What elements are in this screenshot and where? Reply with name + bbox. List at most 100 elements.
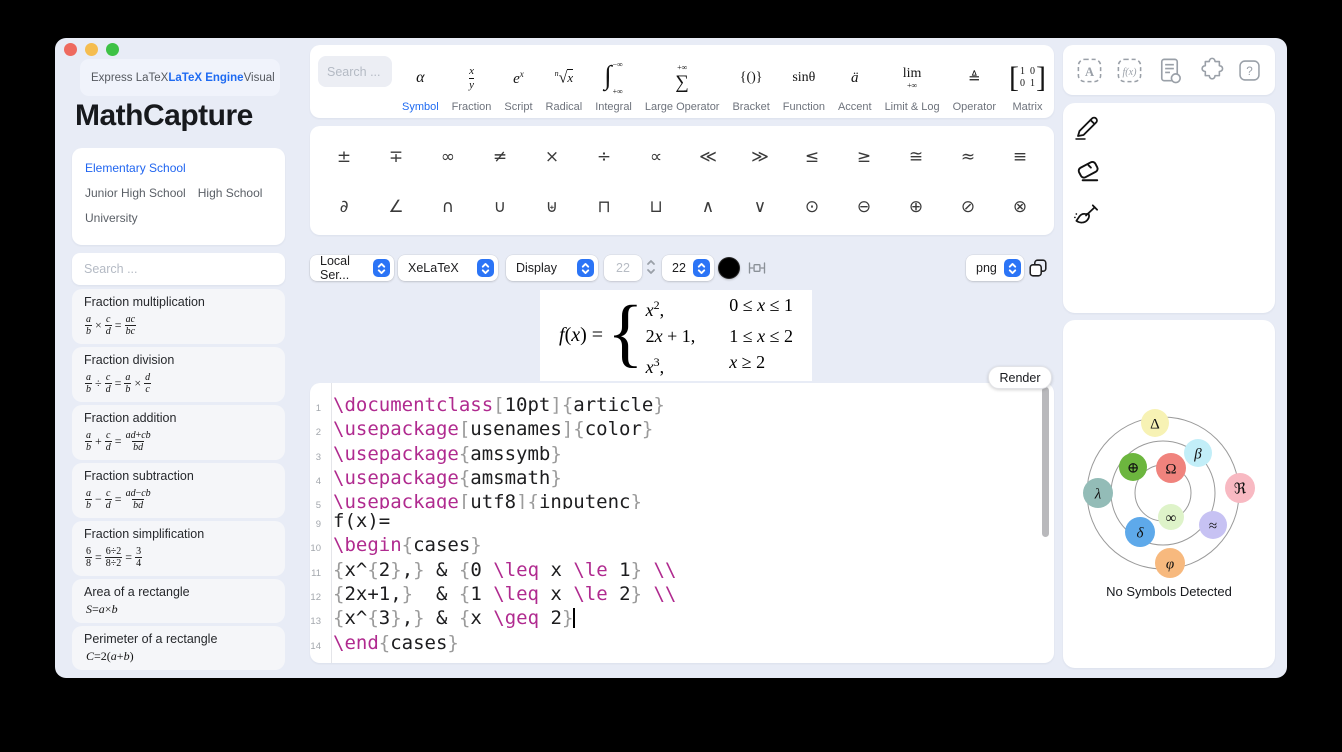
minimize-window-button[interactable] <box>85 43 98 56</box>
fullscreen-window-button[interactable] <box>106 43 119 56</box>
category-script[interactable]: exScript <box>504 49 532 115</box>
render-button[interactable]: Render <box>988 366 1052 389</box>
symbol-button[interactable]: ∧ <box>696 197 720 217</box>
eraser-tool-icon[interactable] <box>1072 156 1275 192</box>
cases-brace: { <box>607 294 643 372</box>
category-label: Integral <box>595 100 632 115</box>
symbol-button[interactable]: ≈ <box>956 147 980 167</box>
display-mode-select[interactable]: Display <box>506 255 598 281</box>
level-elementary-school[interactable]: Elementary School <box>85 161 272 175</box>
formula-recognition-icon[interactable]: f(x) <box>1115 56 1144 85</box>
symbol-button[interactable]: ∞ <box>436 147 460 167</box>
symbol-button[interactable]: × <box>540 147 564 167</box>
tab-visual[interactable]: Visual <box>244 72 275 84</box>
symbol-button[interactable]: ∪ <box>488 197 512 217</box>
pencil-tool-icon[interactable] <box>1072 112 1275 147</box>
symbol-button[interactable]: ± <box>332 147 356 167</box>
category-matrix[interactable]: [1001]Matrix <box>1009 49 1046 115</box>
help-icon[interactable]: ? <box>1236 57 1263 84</box>
handwriting-canvas[interactable] <box>1063 103 1275 313</box>
fit-bounds-icon[interactable] <box>747 258 767 278</box>
symbol-button[interactable]: ⊗ <box>1008 197 1032 217</box>
extensions-puzzle-icon[interactable] <box>1195 55 1225 85</box>
category-limit-log[interactable]: lim+∞Limit & Log <box>885 49 940 115</box>
category-icon: ex <box>513 56 524 100</box>
copy-image-button[interactable] <box>1027 257 1049 279</box>
formula-item[interactable]: Fraction simplification68=6÷28÷2=34 <box>72 521 285 576</box>
math-text: = <box>115 318 122 333</box>
category-label: Limit & Log <box>885 100 940 115</box>
server-select[interactable]: Local Ser... <box>310 255 394 281</box>
category-accent[interactable]: äAccent <box>838 49 872 115</box>
category-symbol[interactable]: αSymbol <box>402 49 439 115</box>
math-fraction: ab <box>85 372 92 395</box>
formula-item[interactable]: Fraction subtractionab−cd=ad−cbbd <box>72 463 285 518</box>
case-condition: x ≥ 2 <box>729 349 793 380</box>
font-size-select[interactable]: 22 <box>662 255 714 281</box>
history-notes-icon[interactable] <box>1155 56 1184 85</box>
close-window-button[interactable] <box>64 43 77 56</box>
font-size-stepper[interactable] <box>645 257 657 277</box>
text-recognition-icon[interactable]: A <box>1075 56 1104 85</box>
category-operator[interactable]: ≜Operator <box>953 49 996 115</box>
sidebar-search-input[interactable] <box>72 253 285 285</box>
symbol-button[interactable]: ∩ <box>436 197 460 217</box>
symbol-button[interactable]: ⊔ <box>644 197 668 217</box>
symbol-button[interactable]: ≫ <box>748 147 772 167</box>
detected-symbol-badge: ≈ <box>1199 511 1227 539</box>
engine-select[interactable]: XeLaTeX <box>398 255 498 281</box>
clear-broom-icon[interactable] <box>1072 201 1275 235</box>
symbol-button[interactable]: ⊙ <box>800 197 824 217</box>
category-fraction[interactable]: xyFraction <box>452 49 492 115</box>
level-junior-high-school[interactable]: Junior High School <box>85 186 186 200</box>
symbol-button[interactable]: ≥ <box>852 147 876 167</box>
tab-latex-engine[interactable]: LaTeX Engine <box>168 72 243 84</box>
symbol-button[interactable]: ∓ <box>384 147 408 167</box>
category-function[interactable]: sinθFunction <box>783 49 825 115</box>
formula-item[interactable]: Perimeter of a rectangleC=2(a+b) <box>72 626 285 670</box>
window-controls <box>64 43 119 56</box>
palette-search-input[interactable] <box>318 56 392 87</box>
symbol-button[interactable]: ∠ <box>384 197 408 217</box>
svg-text:A: A <box>1085 64 1094 78</box>
category-integral[interactable]: ∫−∞+∞Integral <box>595 49 632 115</box>
symbol-button[interactable]: ∂ <box>332 197 356 217</box>
font-size-disabled-field: 22 <box>604 255 642 281</box>
mode-tab-bar: Express LaTeXLaTeX EngineVisual <box>80 59 280 96</box>
symbol-button[interactable]: ≡ <box>1008 147 1032 167</box>
math-text: f(x) = <box>559 324 603 346</box>
code-line: 4\usepackage{amsmath} <box>310 466 1042 490</box>
symbol-button[interactable]: ∝ <box>644 147 668 167</box>
tab-express-latex[interactable]: Express LaTeX <box>91 72 168 84</box>
text-color-swatch-button[interactable] <box>718 257 740 279</box>
symbol-button[interactable]: ⊓ <box>592 197 616 217</box>
category-bracket[interactable]: {()}Bracket <box>732 49 769 115</box>
math-fraction: 34 <box>135 546 142 569</box>
school-level-card: Elementary School Junior High School High … <box>72 148 285 245</box>
level-university[interactable]: University <box>85 211 272 225</box>
symbol-button[interactable]: ⊖ <box>852 197 876 217</box>
category-label: Matrix <box>1013 100 1043 115</box>
symbol-button[interactable]: ⊘ <box>956 197 980 217</box>
category-large-operator[interactable]: +∞∑Large Operator <box>645 49 720 115</box>
formula-item[interactable]: Area of a rectangleS=a×b <box>72 579 285 623</box>
symbol-button[interactable]: ≅ <box>904 147 928 167</box>
latex-code-editor[interactable]: 1\documentclass[10pt]{article}2\usepacka… <box>310 383 1054 663</box>
symbol-button[interactable]: ÷ <box>592 147 616 167</box>
symbol-button[interactable]: ≪ <box>696 147 720 167</box>
math-text: x <box>646 300 654 320</box>
editor-scrollbar[interactable] <box>1042 387 1049 537</box>
formula-item[interactable]: Fraction multiplicationab×cd=acbc <box>72 289 285 344</box>
code-line: 12{2x+1,} & {1 \leq x \le 2} \\ <box>310 582 1042 606</box>
level-high-school[interactable]: High School <box>198 186 263 200</box>
export-format-select[interactable]: png <box>966 255 1024 281</box>
formula-item[interactable]: Fraction divisionab÷cd=ab×dc <box>72 347 285 402</box>
formula-item[interactable]: Fraction additionab+cd=ad+cbbd <box>72 405 285 460</box>
symbol-button[interactable]: ∨ <box>748 197 772 217</box>
category-radical[interactable]: n√xRadical <box>546 49 583 115</box>
detected-symbol-badge: δ <box>1125 517 1155 547</box>
symbol-button[interactable]: ⊎ <box>540 197 564 217</box>
symbol-button[interactable]: ≠ <box>488 147 512 167</box>
symbol-button[interactable]: ≤ <box>800 147 824 167</box>
symbol-button[interactable]: ⊕ <box>904 197 928 217</box>
